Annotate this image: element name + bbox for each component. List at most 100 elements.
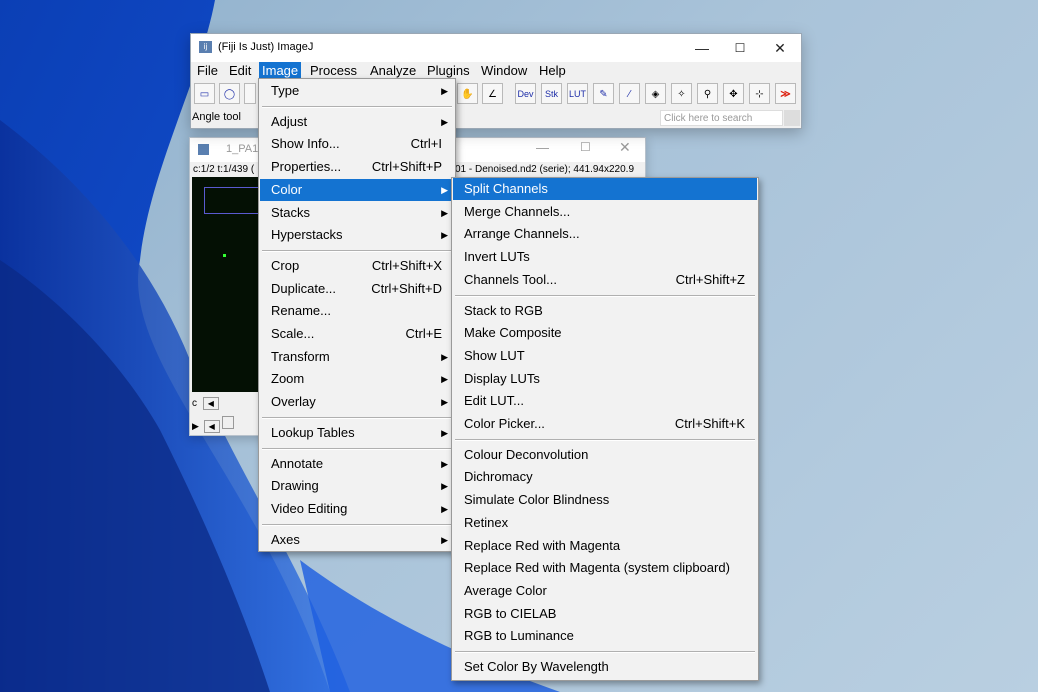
- menu-separator: [262, 105, 452, 108]
- color-menu-channels-tool[interactable]: Channels Tool... Ctrl+Shift+Z: [453, 269, 757, 291]
- pencil-tool-icon[interactable]: ✎: [593, 83, 614, 104]
- image-menu-stacks[interactable]: Stacks ▶: [260, 202, 454, 224]
- color-menu-colour-deconvolution[interactable]: Colour Deconvolution: [453, 444, 757, 466]
- image-menu-scale[interactable]: Scale... Ctrl+E: [260, 323, 454, 345]
- brush-tool-icon[interactable]: ⁄: [619, 83, 640, 104]
- menu-item-label: Overlay: [271, 394, 316, 410]
- menu-item-label: Simulate Color Blindness: [464, 492, 610, 508]
- image-menu-type[interactable]: Type ▶: [260, 80, 454, 102]
- menu-item-label: Arrange Channels...: [464, 226, 580, 242]
- menu-help[interactable]: Help: [536, 62, 569, 80]
- color-menu-set-color-by-wavelength[interactable]: Set Color By Wavelength: [453, 656, 757, 678]
- color-menu-merge-channels[interactable]: Merge Channels...: [453, 201, 757, 223]
- menu-separator: [262, 249, 452, 252]
- dev-tool-button[interactable]: Dev: [515, 83, 536, 104]
- channel-scrollbar[interactable]: c ◀: [192, 397, 219, 410]
- image-menu-overlay[interactable]: Overlay ▶: [260, 391, 454, 413]
- color-submenu: Split Channels Merge Channels... Arrange C…: [451, 177, 759, 681]
- image-menu-adjust[interactable]: Adjust ▶: [260, 111, 454, 133]
- color-menu-color-picker[interactable]: Color Picker... Ctrl+Shift+K: [453, 413, 757, 435]
- channel-label: c: [192, 398, 197, 409]
- rectangle-tool-icon[interactable]: ▭: [194, 83, 215, 104]
- submenu-arrow-icon: ▶: [441, 86, 448, 96]
- hand-tool-icon[interactable]: ✋: [457, 83, 478, 104]
- image-menu-hyperstacks[interactable]: Hyperstacks ▶: [260, 224, 454, 246]
- scroll-left-icon[interactable]: ◀: [202, 397, 219, 410]
- scroll-thumb[interactable]: [222, 416, 235, 429]
- menu-window[interactable]: Window: [478, 62, 530, 80]
- maximize-icon[interactable]: ☐: [580, 140, 591, 154]
- minimize-icon[interactable]: —: [536, 140, 549, 155]
- image-menu-transform[interactable]: Transform ▶: [260, 346, 454, 368]
- app-icon: [198, 144, 209, 155]
- image-menu-duplicate[interactable]: Duplicate... Ctrl+Shift+D: [260, 278, 454, 300]
- oval-tool-icon[interactable]: ◯: [219, 83, 240, 104]
- image-menu-drawing[interactable]: Drawing ▶: [260, 475, 454, 497]
- magnifier-icon[interactable]: ⚲: [697, 83, 718, 104]
- menu-item-shortcut: Ctrl+I: [410, 136, 442, 152]
- close-icon[interactable]: ✕: [619, 139, 631, 156]
- color-menu-average-color[interactable]: Average Color: [453, 580, 757, 602]
- play-icon[interactable]: ▶: [192, 421, 199, 431]
- image-menu-properties[interactable]: Properties... Ctrl+Shift+P: [260, 156, 454, 178]
- color-menu-arrange-channels[interactable]: Arrange Channels...: [453, 223, 757, 245]
- menu-separator: [455, 651, 755, 653]
- image-menu-zoom[interactable]: Zoom ▶: [260, 368, 454, 390]
- roi-rectangle[interactable]: [204, 187, 261, 214]
- picker-tool-icon[interactable]: ⊹: [749, 83, 770, 104]
- wand-tool-icon[interactable]: ✧: [671, 83, 692, 104]
- color-menu-make-composite[interactable]: Make Composite: [453, 322, 757, 344]
- submenu-arrow-icon: ▶: [441, 534, 448, 545]
- flood-fill-icon[interactable]: ◈: [645, 83, 666, 104]
- submenu-arrow-icon: ▶: [441, 374, 448, 385]
- color-menu-show-lut[interactable]: Show LUT: [453, 345, 757, 367]
- color-menu-retinex[interactable]: Retinex: [453, 512, 757, 534]
- menu-item-label: Scale...: [271, 326, 315, 341]
- more-tools-icon[interactable]: ≫: [775, 83, 796, 104]
- color-menu-split-channels[interactable]: Split Channels: [453, 178, 757, 200]
- color-menu-simulate-color-blindness[interactable]: Simulate Color Blindness: [453, 489, 757, 511]
- menu-file[interactable]: File: [194, 62, 221, 80]
- color-menu-replace-red-with-magenta[interactable]: Replace Red with Magenta: [453, 535, 757, 557]
- image-menu-crop[interactable]: Crop Ctrl+Shift+X: [260, 255, 454, 277]
- color-menu-rgb-to-luminance[interactable]: RGB to Luminance: [453, 625, 757, 647]
- main-titlebar[interactable]: ij (Fiji Is Just) ImageJ — ☐ ✕: [191, 34, 801, 62]
- lut-tool-button[interactable]: LUT: [567, 83, 588, 104]
- image-menu-video-editing[interactable]: Video Editing ▶: [260, 498, 454, 520]
- maximize-icon[interactable]: ☐: [725, 38, 755, 58]
- angle-tool-icon[interactable]: ∠: [482, 83, 503, 104]
- menu-item-label: Color: [271, 181, 303, 197]
- color-menu-display-luts[interactable]: Display LUTs: [453, 368, 757, 390]
- image-menu-axes[interactable]: Axes ▶: [260, 529, 454, 551]
- submenu-arrow-icon: ▶: [441, 116, 448, 127]
- menu-edit[interactable]: Edit: [226, 62, 254, 80]
- image-menu-lookup-tables[interactable]: Lookup Tables ▶: [260, 422, 454, 444]
- color-menu-edit-lut[interactable]: Edit LUT...: [453, 390, 757, 412]
- image-menu-color[interactable]: Color ▶: [260, 178, 454, 201]
- color-menu-rgb-to-cielab[interactable]: RGB to CIELAB: [453, 603, 757, 625]
- menu-item-label: Zoom: [271, 371, 305, 387]
- image-menu-rename[interactable]: Rename...: [260, 300, 454, 322]
- image-menu-annotate[interactable]: Annotate ▶: [260, 453, 454, 475]
- close-icon[interactable]: ✕: [765, 38, 795, 58]
- menu-item-shortcut: Ctrl+Shift+K: [674, 416, 745, 431]
- scroll-left-icon[interactable]: ◀: [203, 420, 220, 433]
- move-tool-icon[interactable]: ✥: [723, 83, 744, 104]
- stk-tool-button[interactable]: Stk: [541, 83, 562, 104]
- color-menu-stack-to-rgb[interactable]: Stack to RGB: [453, 300, 757, 322]
- minimize-icon[interactable]: —: [687, 38, 717, 58]
- color-menu-invert-luts[interactable]: Invert LUTs: [453, 246, 757, 268]
- polygon-tool-icon[interactable]: [244, 83, 256, 104]
- submenu-arrow-icon: ▶: [441, 503, 448, 514]
- menu-item-label: Transform: [271, 348, 330, 364]
- image-menu-show-info[interactable]: Show Info... Ctrl+I: [260, 133, 454, 155]
- search-input[interactable]: Click here to search: [660, 110, 783, 126]
- color-menu-replace-red-with-magenta-system-clipboard[interactable]: Replace Red with Magenta (system clipboa…: [453, 557, 757, 579]
- menu-item-label: Replace Red with Magenta: [464, 537, 621, 553]
- frame-scrollbar[interactable]: ▶ ◀: [192, 416, 235, 433]
- menu-item-shortcut: Ctrl+Shift+D: [371, 280, 442, 296]
- menu-item-label: Make Composite: [464, 325, 562, 341]
- search-button[interactable]: [784, 110, 800, 126]
- submenu-arrow-icon: ▶: [441, 351, 448, 362]
- color-menu-dichromacy[interactable]: Dichromacy: [453, 466, 757, 488]
